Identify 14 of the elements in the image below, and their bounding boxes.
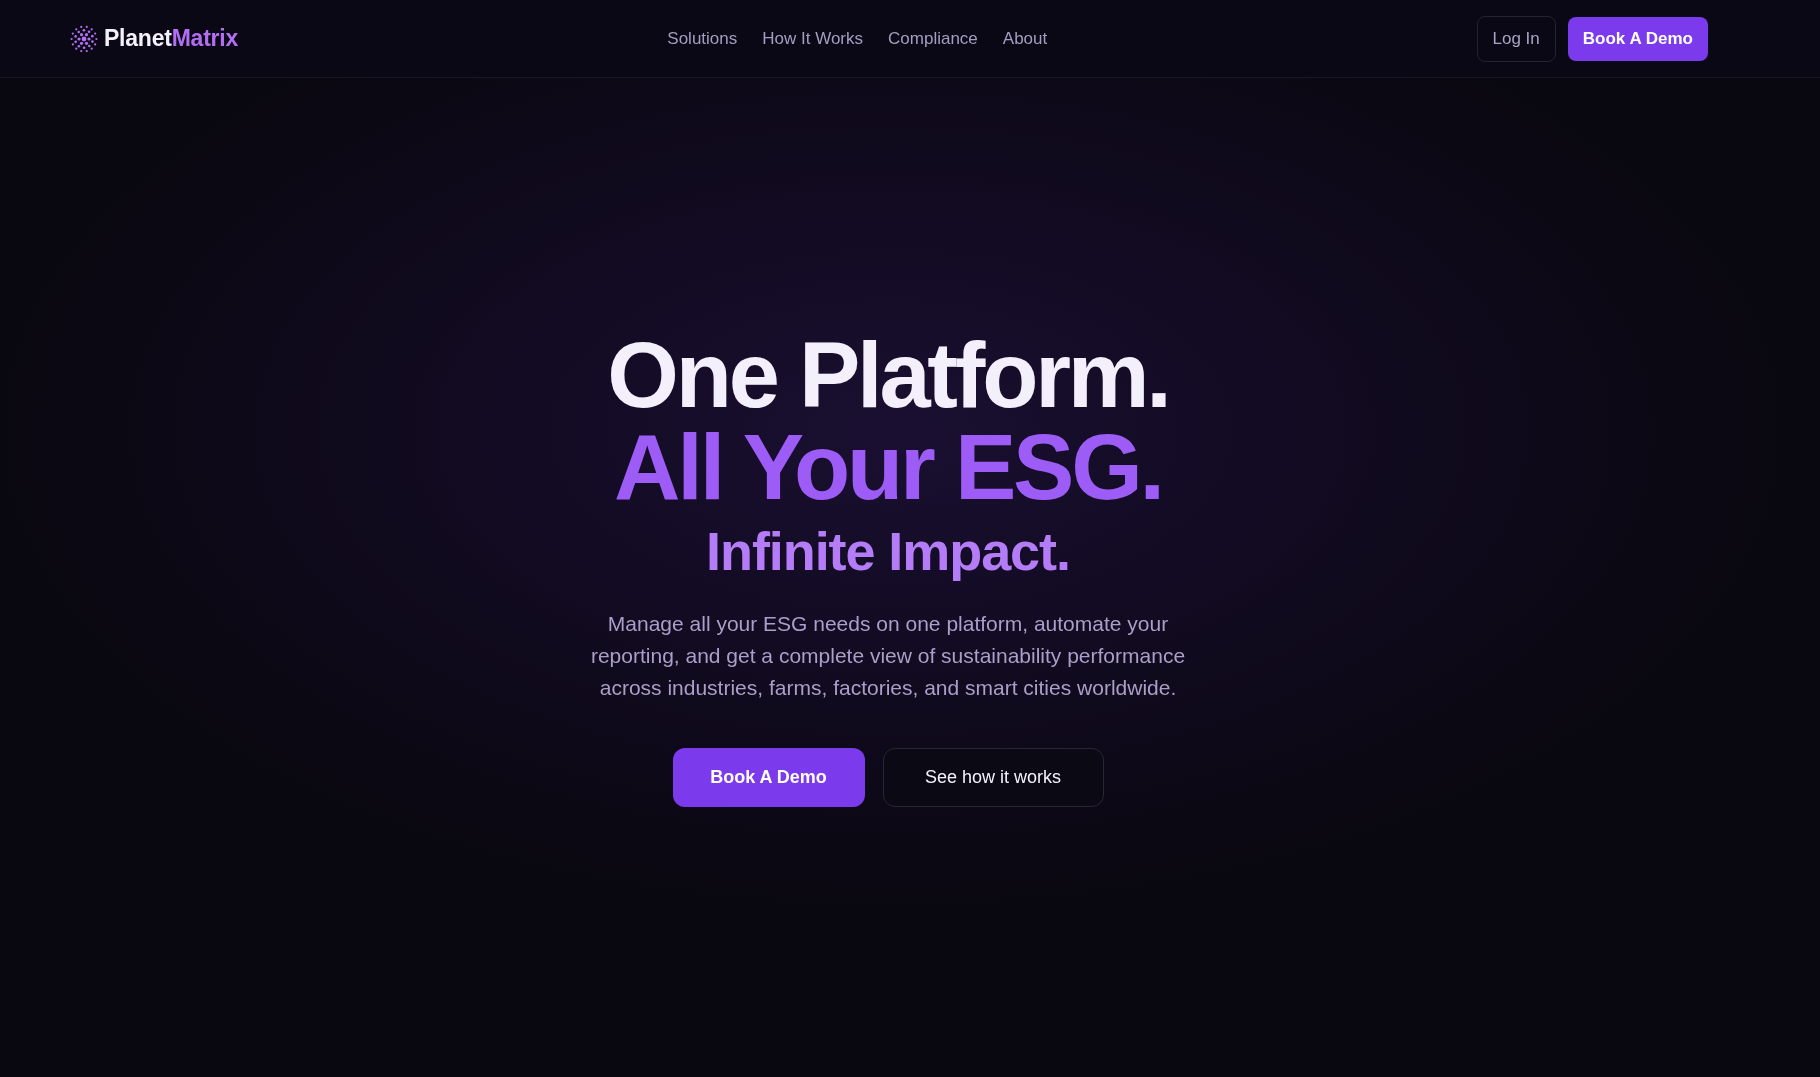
book-demo-button[interactable]: Book A Demo <box>672 748 865 807</box>
nav-link[interactable]: How It Works <box>762 30 864 47</box>
nav-link[interactable]: Solutions <box>667 30 738 47</box>
book-demo-button[interactable]: Book A Demo <box>1567 16 1708 61</box>
logo-wordmark[interactable]: PlanetMatrix <box>104 27 239 50</box>
nav-link[interactable]: About <box>1002 30 1048 47</box>
hero-headline: One Platform. <box>607 329 1169 421</box>
hero-headline: All Your ESG. <box>614 421 1162 513</box>
logo-icon <box>70 24 98 53</box>
hero-subheadline: Infinite Impact. <box>706 520 1070 583</box>
see-how-it-works-button[interactable]: See how it works <box>882 748 1104 807</box>
nav-link[interactable]: Compliance <box>888 30 978 47</box>
login-button[interactable]: Log In <box>1476 15 1556 62</box>
hero-description: Manage all your ESG needs on one platform, automate your reporting, and get a complete view of sustainability performance across industries, farms, factories, and smart cities worldwide. <box>589 611 1187 701</box>
